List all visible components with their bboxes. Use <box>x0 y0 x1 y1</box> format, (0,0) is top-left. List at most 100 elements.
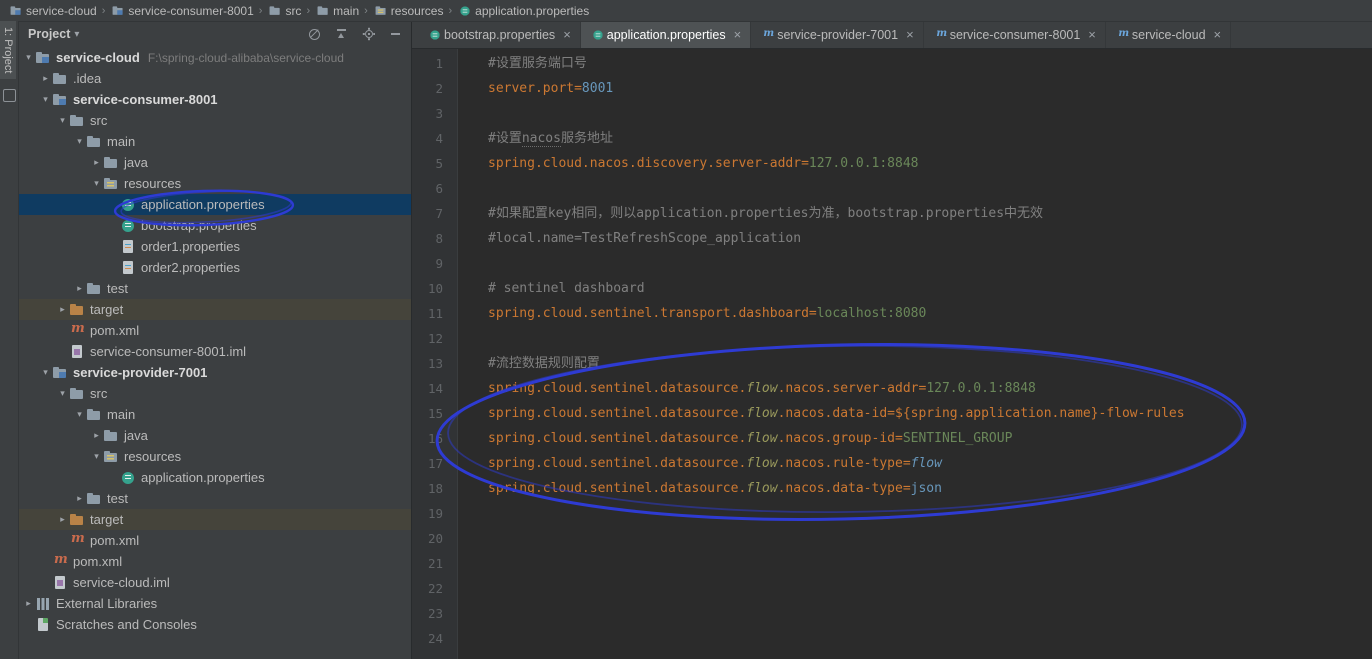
code-line-10[interactable]: # sentinel dashboard <box>488 276 1372 301</box>
editor-tab-service-consumer-8001[interactable]: service-consumer-8001 × <box>924 21 1106 48</box>
chevron-down-icon[interactable]: ▾ <box>74 29 79 40</box>
line-number: 25 <box>412 651 443 659</box>
code-line-9[interactable] <box>488 251 1372 276</box>
code-line-18[interactable]: spring.cloud.sentinel.datasource.flow.na… <box>488 476 1372 501</box>
chevron-expanded-icon[interactable]: ▾ <box>22 52 35 63</box>
tree-item-service-provider-7001[interactable]: ▾ service-provider-7001 <box>18 362 411 383</box>
tree-item-application-properties[interactable]: application.properties <box>18 467 411 488</box>
editor-tab-service-cloud[interactable]: service-cloud × <box>1106 21 1232 48</box>
chevron-expanded-icon[interactable]: ▾ <box>56 388 69 399</box>
chevron-collapsed-icon[interactable]: ▸ <box>39 73 52 84</box>
code-line-3[interactable] <box>488 101 1372 126</box>
project-tool-window-button[interactable]: 1: Project <box>0 21 16 80</box>
code-line-13[interactable]: #流控数据规则配置 <box>488 351 1372 376</box>
close-tab-icon[interactable]: × <box>563 28 571 41</box>
tree-item-idea[interactable]: ▸ .idea <box>18 68 411 89</box>
code-line-25[interactable] <box>488 651 1372 659</box>
slash-circle-icon[interactable] <box>307 27 322 42</box>
code-line-6[interactable] <box>488 176 1372 201</box>
code-line-8[interactable]: #local.name=TestRefreshScope_application <box>488 226 1372 251</box>
chevron-expanded-icon[interactable]: ▾ <box>73 409 86 420</box>
breadcrumb-item-src[interactable]: src <box>265 3 303 19</box>
tree-item-scratches-and-consoles[interactable]: Scratches and Consoles <box>18 614 411 635</box>
tree-item-service-consumer-8001[interactable]: ▾ service-consumer-8001 <box>18 89 411 110</box>
close-tab-icon[interactable]: × <box>734 28 742 41</box>
code-line-5[interactable]: spring.cloud.nacos.discovery.server-addr… <box>488 151 1372 176</box>
tree-item-pom-xml[interactable]: pom.xml <box>18 530 411 551</box>
tree-item-bootstrap-properties[interactable]: bootstrap.properties <box>18 215 411 236</box>
code-line-11[interactable]: spring.cloud.sentinel.transport.dashboar… <box>488 301 1372 326</box>
tree-item-src[interactable]: ▾ src <box>18 110 411 131</box>
breadcrumb-item-service-consumer-8001[interactable]: service-consumer-8001 <box>108 3 255 19</box>
tree-item-java[interactable]: ▸ java <box>18 425 411 446</box>
close-tab-icon[interactable]: × <box>906 28 914 41</box>
tree-item-main[interactable]: ▾ main <box>18 131 411 152</box>
editor-tab-application-properties[interactable]: application.properties × <box>580 21 752 48</box>
chevron-collapsed-icon[interactable]: ▸ <box>56 514 69 525</box>
tree-item-service-cloud[interactable]: ▾ service-cloud F:\spring-cloud-alibaba\se… <box>18 47 411 68</box>
code-line-15[interactable]: spring.cloud.sentinel.datasource.flow.na… <box>488 401 1372 426</box>
line-number: 2 <box>435 81 443 96</box>
chevron-expanded-icon[interactable]: ▾ <box>56 115 69 126</box>
chevron-expanded-icon[interactable]: ▾ <box>90 451 103 462</box>
close-tab-icon[interactable]: × <box>1214 28 1222 41</box>
tree-item-resources[interactable]: ▾ resources <box>18 446 411 467</box>
tree-item-src[interactable]: ▾ src <box>18 383 411 404</box>
tree-item-main[interactable]: ▾ main <box>18 404 411 425</box>
code-editor[interactable]: #设置服务端口号 server.port=8001 #设置nacos服务地址 spri… <box>458 49 1372 659</box>
code-line-7[interactable]: #如果配置key相同，则以application.properties为准，bo… <box>488 201 1372 226</box>
code-line-1[interactable]: #设置服务端口号 <box>488 51 1372 76</box>
chevron-expanded-icon[interactable]: ▾ <box>73 136 86 147</box>
tree-item-external-libraries[interactable]: ▸ External Libraries <box>18 593 411 614</box>
tree-item-target[interactable]: ▸ target <box>18 299 411 320</box>
tree-item-service-cloud-iml[interactable]: service-cloud.iml <box>18 572 411 593</box>
hide-panel-icon[interactable] <box>388 27 403 42</box>
code-line-4[interactable]: #设置nacos服务地址 <box>488 126 1372 151</box>
project-panel-title[interactable]: Project <box>28 27 70 41</box>
tree-item-service-consumer-8001-iml[interactable]: service-consumer-8001.iml <box>18 341 411 362</box>
chevron-collapsed-icon[interactable]: ▸ <box>90 157 103 168</box>
tree-item-target[interactable]: ▸ target <box>18 509 411 530</box>
close-tab-icon[interactable]: × <box>1088 28 1096 41</box>
chevron-collapsed-icon[interactable]: ▸ <box>73 283 86 294</box>
chevron-collapsed-icon[interactable]: ▸ <box>22 598 35 609</box>
tree-item-java[interactable]: ▸ java <box>18 152 411 173</box>
breadcrumb-item-resources[interactable]: resources <box>371 3 446 19</box>
chevron-expanded-icon[interactable]: ▾ <box>39 367 52 378</box>
code-line-21[interactable] <box>488 551 1372 576</box>
breadcrumb-item-application-properties[interactable]: application.properties <box>455 3 591 19</box>
code-line-24[interactable] <box>488 626 1372 651</box>
breadcrumb-item-main[interactable]: main <box>313 3 361 19</box>
folder-icon <box>86 491 102 507</box>
settings-gear-icon[interactable] <box>361 27 376 42</box>
tree-item-pom-xml[interactable]: pom.xml <box>18 551 411 572</box>
chevron-expanded-icon[interactable]: ▾ <box>39 94 52 105</box>
editor-tab-service-provider-7001[interactable]: service-provider-7001 × <box>751 21 924 48</box>
chevron-collapsed-icon[interactable]: ▸ <box>90 430 103 441</box>
code-line-20[interactable] <box>488 526 1372 551</box>
tool-stripe-icon[interactable] <box>2 89 16 103</box>
tree-item-label: resources <box>124 176 182 191</box>
tree-item-test[interactable]: ▸ test <box>18 278 411 299</box>
code-line-14[interactable]: spring.cloud.sentinel.datasource.flow.na… <box>488 376 1372 401</box>
tree-item-order1-properties[interactable]: order1.properties <box>18 236 411 257</box>
tree-item-order2-properties[interactable]: order2.properties <box>18 257 411 278</box>
collapse-all-icon[interactable] <box>334 27 349 42</box>
code-line-19[interactable] <box>488 501 1372 526</box>
tree-item-pom-xml[interactable]: pom.xml <box>18 320 411 341</box>
chevron-collapsed-icon[interactable]: ▸ <box>73 493 86 504</box>
editor-tab-bootstrap-properties[interactable]: bootstrap.properties × <box>418 21 581 48</box>
code-line-2[interactable]: server.port=8001 <box>488 76 1372 101</box>
tree-item-application-properties[interactable]: application.properties <box>18 194 411 215</box>
chevron-collapsed-icon[interactable]: ▸ <box>56 304 69 315</box>
breadcrumb-item-service-cloud[interactable]: service-cloud <box>6 3 99 19</box>
tree-item-resources[interactable]: ▾ resources <box>18 173 411 194</box>
code-line-23[interactable] <box>488 601 1372 626</box>
chevron-expanded-icon[interactable]: ▾ <box>90 178 103 189</box>
code-line-12[interactable] <box>488 326 1372 351</box>
code-line-17[interactable]: spring.cloud.sentinel.datasource.flow.na… <box>488 451 1372 476</box>
code-line-16[interactable]: spring.cloud.sentinel.datasource.flow.na… <box>488 426 1372 451</box>
maven-icon <box>69 531 85 549</box>
code-line-22[interactable] <box>488 576 1372 601</box>
tree-item-test[interactable]: ▸ test <box>18 488 411 509</box>
